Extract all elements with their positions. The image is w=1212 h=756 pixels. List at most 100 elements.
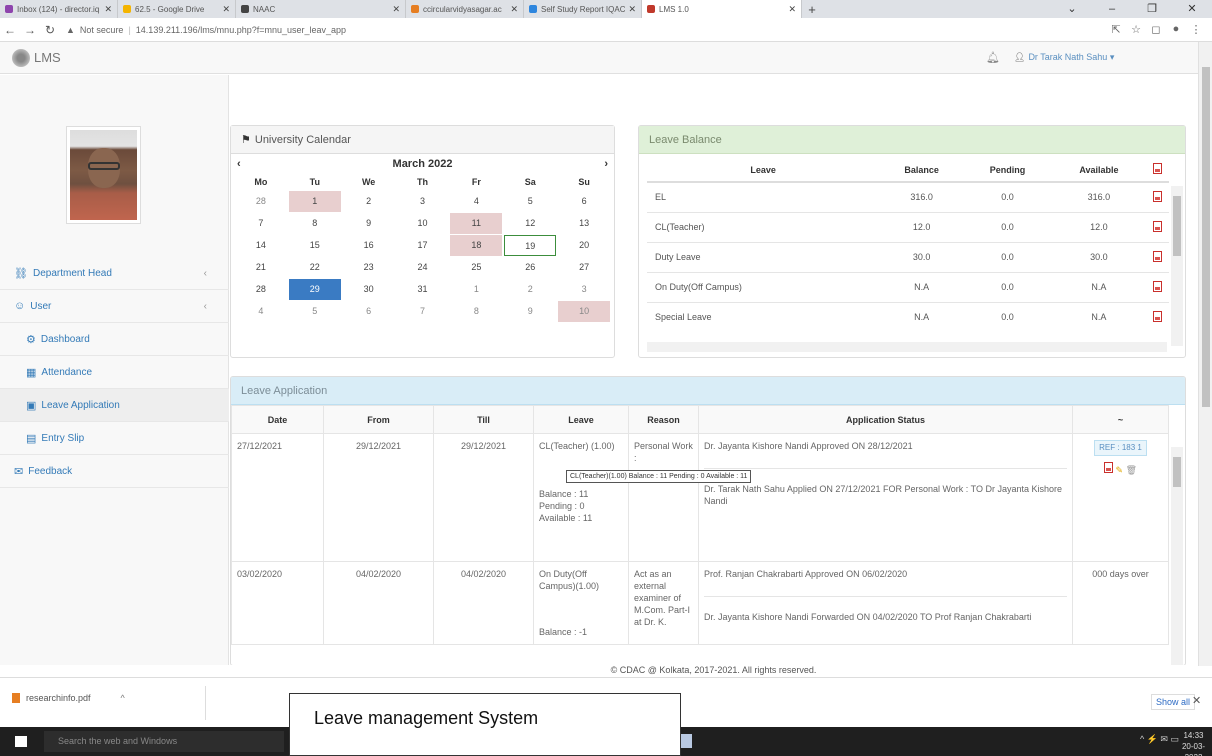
close-icon[interactable]: ✕ — [788, 4, 796, 15]
star-icon[interactable]: ☆ — [1126, 23, 1146, 36]
pdf-icon[interactable] — [1153, 310, 1163, 322]
calendar-day[interactable]: 10 — [397, 213, 449, 234]
calendar-day[interactable]: 9 — [504, 301, 556, 322]
taskbar-search[interactable]: Search the web and Windows — [44, 731, 284, 752]
pdf-icon[interactable] — [1103, 462, 1113, 473]
warning-icon[interactable]: ▲ — [66, 25, 75, 35]
system-tray-icons[interactable]: ^ ⚡ ✉ ▭ — [1140, 734, 1179, 745]
calendar-day[interactable]: 8 — [450, 301, 502, 322]
bell-icon[interactable]: 🔔︎ — [986, 51, 1000, 64]
windows-start-icon[interactable] — [15, 736, 27, 747]
calendar-day[interactable]: 22 — [289, 257, 341, 278]
calendar-day[interactable]: 28 — [235, 279, 287, 300]
taskbar-app-icon[interactable] — [680, 734, 692, 748]
browser-tab-drive[interactable]: 62.5 - Google Drive ✕ — [118, 0, 236, 18]
calendar-day[interactable]: 3 — [558, 279, 610, 300]
calendar-day[interactable]: 14 — [235, 235, 287, 256]
browser-tab-naac[interactable]: NAAC ✕ — [236, 0, 406, 18]
calendar-day[interactable]: 13 — [558, 213, 610, 234]
scrollbar-thumb[interactable] — [1202, 67, 1210, 407]
pdf-icon[interactable] — [1153, 163, 1163, 174]
profile-icon[interactable]: ● — [1166, 23, 1186, 36]
calendar-next-button[interactable]: › — [604, 158, 608, 170]
close-downloads-icon[interactable]: ✕ — [1192, 694, 1201, 707]
sidebar-item-leave-application[interactable]: ▣ Leave Application — [0, 389, 229, 422]
calendar-day[interactable]: 15 — [289, 235, 341, 256]
chevron-up-icon[interactable]: ^ — [121, 693, 125, 703]
sidebar-item-department-head[interactable]: ⛓︎ Department Head ‹ — [0, 257, 229, 290]
calendar-prev-button[interactable]: ‹ — [237, 158, 241, 170]
app-brand[interactable]: LMS — [34, 50, 61, 65]
taskbar-clock[interactable]: 14:33 20-03-2022 — [1175, 730, 1212, 756]
restore-icon[interactable]: ❐ — [1132, 0, 1172, 18]
calendar-day[interactable]: 30 — [343, 279, 395, 300]
calendar-day[interactable]: 2 — [504, 279, 556, 300]
leave-balance-scrollbar[interactable] — [1171, 186, 1183, 346]
close-icon[interactable]: ✕ — [222, 4, 230, 15]
calendar-day[interactable]: 18 — [450, 235, 503, 256]
browser-tab-lms[interactable]: LMS 1.0 ✕ — [642, 0, 802, 18]
edit-icon[interactable]: ✎ — [1116, 465, 1124, 475]
calendar-day[interactable]: 3 — [397, 191, 449, 212]
calendar-day[interactable]: 10 — [558, 301, 610, 322]
calendar-day[interactable]: 1 — [288, 191, 341, 212]
minimize-icon[interactable]: – — [1092, 0, 1132, 18]
calendar-day[interactable]: 4 — [450, 191, 502, 212]
browser-tab-circular[interactable]: ccircularvidyasagar.ac ✕ — [406, 0, 524, 18]
show-all-button[interactable]: Show all — [1151, 694, 1196, 710]
window-icon[interactable]: ◻ — [1146, 23, 1166, 36]
pdf-icon[interactable] — [1153, 220, 1163, 232]
browser-tab-ssr[interactable]: Self Study Report IQAC ✕ — [524, 0, 642, 18]
close-icon[interactable]: ✕ — [104, 4, 112, 15]
close-icon[interactable]: ✕ — [510, 4, 518, 15]
calendar-day[interactable]: 6 — [343, 301, 395, 322]
calendar-day[interactable]: 26 — [504, 257, 556, 278]
forward-arrow-icon[interactable]: → — [20, 23, 40, 37]
sidebar-item-feedback[interactable]: ✉︎ Feedback — [0, 455, 229, 488]
calendar-day[interactable]: 9 — [343, 213, 395, 234]
calendar-day[interactable]: 2 — [343, 191, 395, 212]
download-item[interactable]: researchinfo.pdf ^ — [12, 693, 125, 703]
close-icon[interactable]: ✕ — [628, 4, 636, 15]
more-icon[interactable]: ⋮ — [1186, 23, 1206, 36]
share-icon[interactable]: ⇱ — [1106, 23, 1126, 36]
calendar-day[interactable]: 29 — [288, 279, 341, 300]
calendar-day[interactable]: 16 — [343, 235, 395, 256]
leave-type[interactable]: On Duty(Off Campus)(1.00) — [539, 568, 623, 592]
calendar-day[interactable]: 24 — [397, 257, 449, 278]
sidebar-item-entry-slip[interactable]: ▤ Entry Slip — [0, 422, 229, 455]
calendar-day[interactable]: 11 — [450, 213, 503, 234]
user-menu[interactable]: 👤︎ Dr Tarak Nath Sahu ▾ — [1014, 52, 1114, 63]
calendar-day[interactable]: 27 — [558, 257, 610, 278]
trash-icon[interactable]: 🗑︎ — [1126, 465, 1137, 475]
sidebar-item-dashboard[interactable]: ⚙︎ Dashboard — [0, 323, 229, 356]
calendar-day[interactable]: 5 — [289, 301, 341, 322]
calendar-day[interactable]: 19 — [504, 235, 557, 256]
calendar-day[interactable]: 23 — [343, 257, 395, 278]
calendar-day[interactable]: 31 — [397, 279, 449, 300]
calendar-day[interactable]: 7 — [397, 301, 449, 322]
pdf-icon[interactable] — [1153, 250, 1163, 262]
sidebar-item-user[interactable]: ☺︎ User ‹ — [0, 290, 229, 323]
url-field[interactable]: ▲ Not secure | 14.139.211.196/lms/mnu.ph… — [66, 21, 1106, 39]
chevron-down-icon[interactable]: ⌄ — [1052, 0, 1092, 18]
calendar-day[interactable]: 1 — [450, 279, 502, 300]
browser-tab-gmail[interactable]: Inbox (124) - director.iq ✕ — [0, 0, 118, 18]
calendar-day[interactable]: 21 — [235, 257, 287, 278]
calendar-day[interactable]: 5 — [504, 191, 556, 212]
calendar-day[interactable]: 25 — [450, 257, 502, 278]
leave-balance-hscrollbar[interactable] — [647, 342, 1167, 352]
calendar-day[interactable]: 8 — [289, 213, 341, 234]
calendar-day[interactable]: 28 — [235, 191, 287, 212]
back-arrow-icon[interactable]: ← — [0, 23, 20, 37]
calendar-day[interactable]: 12 — [504, 213, 556, 234]
page-scrollbar[interactable] — [1198, 42, 1212, 666]
calendar-day[interactable]: 7 — [235, 213, 287, 234]
calendar-day[interactable]: 4 — [235, 301, 287, 322]
new-tab-button[interactable]: + — [802, 2, 822, 17]
calendar-day[interactable]: 6 — [558, 191, 610, 212]
pdf-icon[interactable] — [1153, 280, 1163, 292]
pdf-icon[interactable] — [1153, 190, 1163, 202]
calendar-day[interactable]: 20 — [558, 235, 610, 256]
calendar-day[interactable]: 17 — [397, 235, 449, 256]
